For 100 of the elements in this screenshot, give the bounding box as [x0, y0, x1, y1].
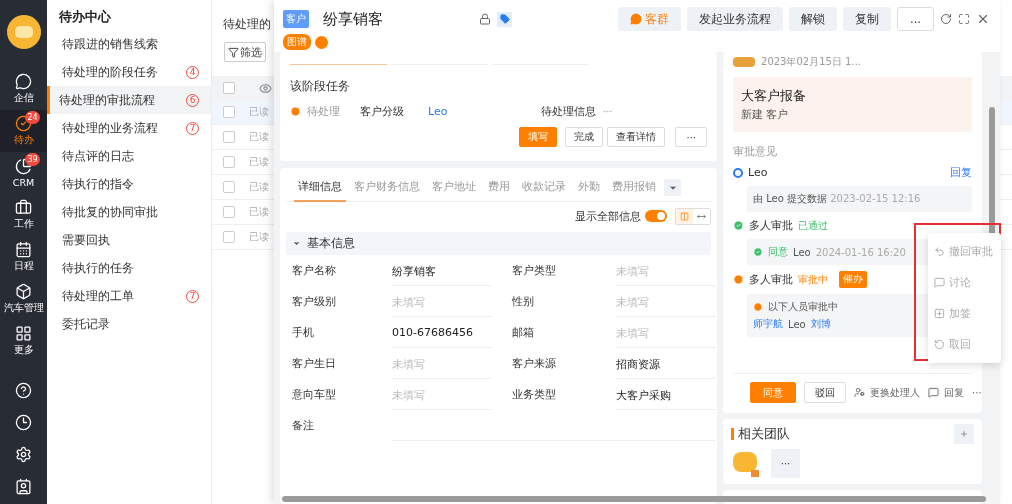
field-value: 未填写 [616, 255, 716, 286]
caret-icon [292, 239, 301, 248]
comment-icon [934, 277, 945, 288]
type-tag: 客户 [283, 10, 309, 28]
plus-square-icon [934, 308, 945, 319]
note-text: 以下人员审批中 [768, 300, 839, 314]
action-button[interactable]: 发起业务流程 [687, 7, 784, 31]
contact-icon[interactable] [15, 477, 32, 495]
nav-item[interactable]: 待办 24 [0, 110, 47, 152]
refresh-icon[interactable] [940, 13, 952, 25]
comment-icon [928, 387, 940, 398]
action-button[interactable]: ... [897, 7, 934, 31]
task-button[interactable]: 查看详情 [607, 127, 666, 147]
field-label: 客户名称 [292, 263, 337, 279]
field-label: 意向车型 [292, 387, 337, 403]
reply-button[interactable]: 回复 [928, 385, 965, 400]
rotate-icon [934, 339, 945, 350]
dropdown-button[interactable] [664, 179, 681, 196]
sidebar-title: 待办中心 [58, 8, 112, 26]
step-status: 审批中 [798, 272, 829, 287]
fullscreen-icon[interactable] [958, 13, 970, 25]
field-value: 010-67686456 [392, 317, 492, 348]
section-title: 审批意见 [733, 144, 779, 159]
check-icon [733, 220, 745, 231]
reject-button[interactable]: 驳回 [804, 382, 847, 403]
checkbox[interactable] [223, 131, 235, 143]
info-icon [315, 35, 328, 49]
transfer-button[interactable]: 更换处理人 [854, 385, 921, 400]
field-value: 大客户采购 [616, 379, 716, 410]
filter-button[interactable]: 筛选 [224, 42, 266, 62]
field-value: 未填写 [392, 286, 492, 317]
checkbox[interactable] [223, 156, 235, 168]
checkbox[interactable] [223, 231, 235, 243]
settings-icon[interactable] [15, 445, 32, 463]
tab[interactable]: 详细信息 [294, 173, 346, 202]
grid-icon [15, 325, 32, 342]
columns-icon[interactable] [676, 208, 694, 224]
read-status: 已读 [249, 155, 269, 169]
count-badge: 24 [25, 111, 40, 124]
field-value: 未填写 [616, 317, 716, 348]
toggle-switch[interactable] [645, 210, 668, 222]
close-icon[interactable] [976, 12, 990, 26]
team-title: 相关团队 [731, 428, 791, 440]
step-name: 多人审批 [749, 218, 794, 233]
field-value: 招商资源 [616, 348, 716, 379]
field-label: 客户生日 [292, 356, 337, 372]
chat-icon [630, 13, 643, 25]
record-title: 纷享销客 [323, 9, 383, 29]
field-label: 手机 [292, 325, 315, 341]
read-status: 已读 [249, 130, 269, 144]
task-button[interactable]: 完成 [565, 127, 604, 147]
field-label: 性别 [512, 294, 535, 310]
checkbox[interactable] [223, 82, 235, 94]
task-info: 待处理信息 [541, 104, 597, 119]
field-label: 客户来源 [512, 356, 557, 372]
nav-item[interactable]: 日程 [0, 236, 47, 278]
owner-link[interactable]: Leo [428, 105, 448, 118]
sidebar-item[interactable]: 待处理的审批流程 6 [47, 86, 211, 114]
tag-icon [499, 14, 510, 24]
date-text: 2023年02月15日 1... [761, 55, 861, 69]
add-button[interactable] [954, 424, 975, 444]
report-title: 大客户报备 [741, 87, 808, 105]
field-label: 业务类型 [512, 387, 557, 403]
field-label: 邮箱 [512, 325, 535, 341]
time-text: 2024-01-16 16:20 [815, 246, 906, 258]
step-note: 由 Leo 提交数据 2023-02-15 12:16 [747, 186, 973, 212]
briefcase-icon [15, 199, 32, 216]
person-name: Leo [788, 318, 806, 330]
step-status: 已通过 [798, 218, 829, 233]
help-icon[interactable] [15, 381, 32, 399]
field-label: 客户类型 [512, 263, 557, 279]
checkbox[interactable] [223, 106, 235, 118]
graph-badge: 图谱 [283, 34, 311, 50]
more-button[interactable]: ··· [972, 387, 982, 398]
person-link[interactable]: 师宇航 [753, 317, 784, 331]
nav-item[interactable]: 汽车管理 [0, 278, 47, 320]
toggle-label: 显示全部信息 [575, 208, 642, 224]
check-icon [753, 247, 764, 257]
more-button[interactable]: ··· [675, 127, 708, 147]
task-name: 客户分级 [360, 104, 404, 119]
step-name: Leo [748, 166, 768, 179]
nav-item[interactable]: 工作 [0, 194, 47, 236]
section-header[interactable]: 基本信息 [286, 232, 712, 255]
chat-icon [15, 73, 32, 90]
field-value: 纷享销客 [392, 255, 492, 286]
step-name: 多人审批 [749, 272, 794, 287]
nav-item[interactable]: 更多 [0, 320, 47, 362]
more-button[interactable]: ··· [771, 448, 801, 478]
logo-icon [5, 14, 42, 50]
section-title: 该阶段任务 [290, 79, 351, 94]
action-button[interactable]: 复制 [843, 7, 892, 31]
reply-link[interactable]: 回复 [950, 165, 973, 180]
action-button[interactable]: 解锁 [789, 7, 838, 31]
checkbox[interactable] [223, 206, 235, 218]
checkbox[interactable] [223, 181, 235, 193]
nav-item[interactable]: 企信 [0, 68, 47, 110]
person-link[interactable]: 刘博 [810, 317, 831, 331]
eye-icon [259, 81, 272, 95]
calendar-icon [15, 241, 32, 258]
nav-item[interactable]: CRM 39 [0, 152, 47, 194]
